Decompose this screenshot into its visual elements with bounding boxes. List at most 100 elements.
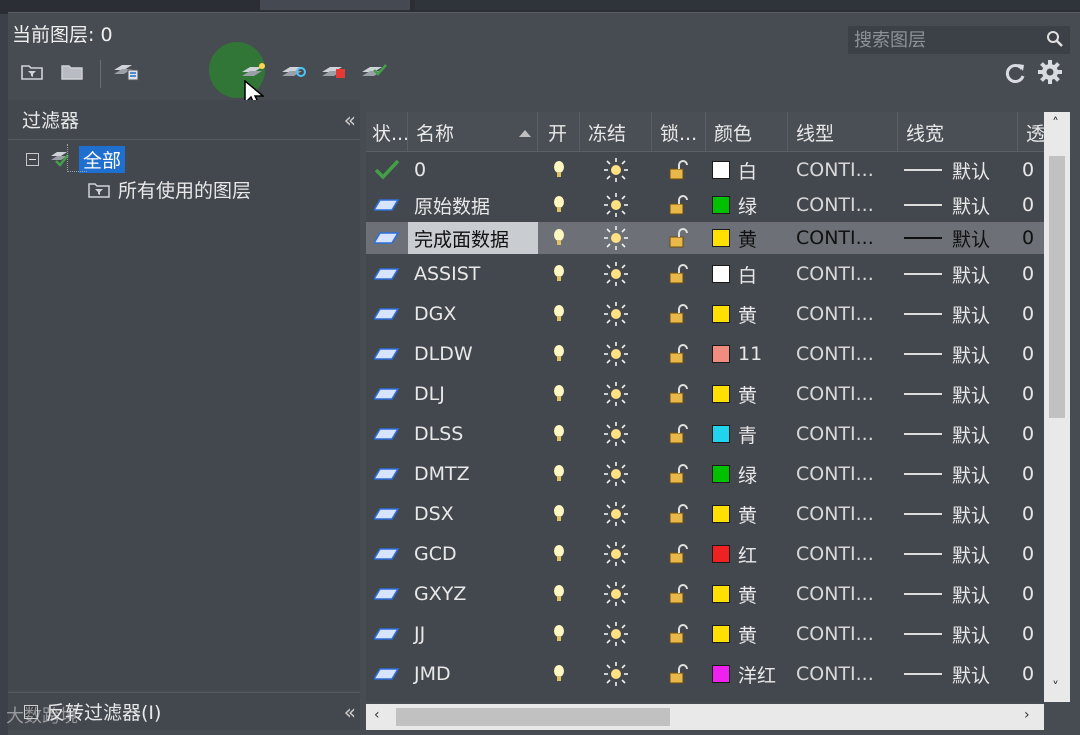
layer-color[interactable]: 11: [706, 334, 788, 374]
layer-color[interactable]: 绿: [706, 188, 788, 222]
scroll-left-icon[interactable]: ‹: [374, 707, 380, 723]
layer-linetype[interactable]: CONTI...: [788, 534, 898, 574]
layer-name[interactable]: DGX: [408, 294, 538, 334]
table-row[interactable]: GCD 红 CONTI... 默认 0: [366, 534, 1044, 574]
layer-icon[interactable]: [366, 374, 408, 414]
lightbulb-on-icon[interactable]: [538, 494, 580, 534]
unlocked-icon[interactable]: [652, 534, 706, 574]
layer-name[interactable]: GXYZ: [408, 574, 538, 614]
layer-lineweight[interactable]: 默认: [898, 188, 1018, 222]
layer-color[interactable]: 白: [706, 152, 788, 188]
collapse-footer-icon[interactable]: «: [344, 700, 356, 724]
layer-transparency[interactable]: 0: [1018, 454, 1044, 494]
lightbulb-on-icon[interactable]: [538, 294, 580, 334]
layer-color[interactable]: 青: [706, 414, 788, 454]
lightbulb-on-icon[interactable]: [538, 254, 580, 294]
sun-thawed-icon[interactable]: [580, 188, 652, 222]
layer-color[interactable]: 黄: [706, 574, 788, 614]
new-group-filter-icon[interactable]: [58, 58, 86, 84]
layer-name[interactable]: ASSIST: [408, 254, 538, 294]
unlocked-icon[interactable]: [652, 294, 706, 334]
table-row[interactable]: DSX 黄 CONTI... 默认 0: [366, 494, 1044, 534]
layer-lineweight[interactable]: 默认: [898, 254, 1018, 294]
layer-name[interactable]: 完成面数据: [408, 222, 538, 254]
horizontal-scrollbar[interactable]: ‹ ›: [366, 704, 1044, 730]
horizontal-scroll-thumb[interactable]: [396, 708, 670, 726]
unlocked-icon[interactable]: [652, 334, 706, 374]
layer-transparency[interactable]: 0: [1018, 574, 1044, 614]
layer-linetype[interactable]: CONTI...: [788, 454, 898, 494]
unlocked-icon[interactable]: [652, 654, 706, 694]
layer-color[interactable]: 绿: [706, 454, 788, 494]
sun-thawed-icon[interactable]: [580, 334, 652, 374]
layer-color[interactable]: 黄: [706, 614, 788, 654]
layer-transparency[interactable]: 0: [1018, 534, 1044, 574]
layer-linetype[interactable]: CONTI...: [788, 334, 898, 374]
layer-name[interactable]: GCD: [408, 534, 538, 574]
search-box[interactable]: [848, 26, 1070, 54]
table-row[interactable]: DLSS 青 CONTI... 默认 0: [366, 414, 1044, 454]
sun-thawed-icon[interactable]: [580, 414, 652, 454]
unlocked-icon[interactable]: [652, 574, 706, 614]
layer-lineweight[interactable]: 默认: [898, 654, 1018, 694]
search-icon[interactable]: [1046, 30, 1064, 48]
layer-transparency[interactable]: 0: [1018, 334, 1044, 374]
set-current-icon[interactable]: [360, 58, 388, 84]
unlocked-icon[interactable]: [652, 454, 706, 494]
layer-linetype[interactable]: CONTI...: [788, 374, 898, 414]
layer-icon[interactable]: [366, 494, 408, 534]
layer-lineweight[interactable]: 默认: [898, 414, 1018, 454]
unlocked-icon[interactable]: [652, 254, 706, 294]
layer-lineweight[interactable]: 默认: [898, 494, 1018, 534]
table-row[interactable]: 0 白 CONTI... 默认 0: [366, 152, 1044, 188]
collapse-filters-icon[interactable]: «: [344, 108, 356, 132]
delete-layer-icon[interactable]: [320, 58, 348, 84]
layer-color[interactable]: 洋红: [706, 654, 788, 694]
layer-transparency[interactable]: 0: [1018, 654, 1044, 694]
col-transparency[interactable]: 透: [1018, 112, 1044, 152]
layer-linetype[interactable]: CONTI...: [788, 614, 898, 654]
sun-thawed-icon[interactable]: [580, 454, 652, 494]
layer-lineweight[interactable]: 默认: [898, 152, 1018, 188]
col-lock[interactable]: 锁...: [652, 112, 706, 152]
layer-icon[interactable]: [366, 574, 408, 614]
settings-icon[interactable]: [1036, 58, 1064, 86]
lightbulb-on-icon[interactable]: [538, 222, 580, 254]
layer-states-manager-icon[interactable]: [112, 58, 140, 84]
sun-thawed-icon[interactable]: [580, 654, 652, 694]
unlocked-icon[interactable]: [652, 614, 706, 654]
sun-thawed-icon[interactable]: [580, 294, 652, 334]
layer-lineweight[interactable]: 默认: [898, 294, 1018, 334]
layer-transparency[interactable]: 0: [1018, 614, 1044, 654]
scroll-down-icon[interactable]: ˅: [1052, 680, 1059, 696]
table-row[interactable]: JJ 黄 CONTI... 默认 0: [366, 614, 1044, 654]
unlocked-icon[interactable]: [652, 222, 706, 254]
lightbulb-on-icon[interactable]: [538, 334, 580, 374]
layer-linetype[interactable]: CONTI...: [788, 494, 898, 534]
layer-lineweight[interactable]: 默认: [898, 374, 1018, 414]
sun-thawed-icon[interactable]: [580, 614, 652, 654]
layer-name[interactable]: DLSS: [408, 414, 538, 454]
sun-thawed-icon[interactable]: [580, 254, 652, 294]
unlocked-icon[interactable]: [652, 188, 706, 222]
layer-color[interactable]: 黄: [706, 374, 788, 414]
col-freeze[interactable]: 冻结: [580, 112, 652, 152]
layer-transparency[interactable]: 0: [1018, 152, 1044, 188]
layer-transparency[interactable]: 0: [1018, 494, 1044, 534]
col-lineweight[interactable]: 线宽: [898, 112, 1018, 152]
new-property-filter-icon[interactable]: [18, 58, 46, 84]
sun-thawed-icon[interactable]: [580, 534, 652, 574]
layer-name[interactable]: DMTZ: [408, 454, 538, 494]
lightbulb-on-icon[interactable]: [538, 152, 580, 188]
col-on[interactable]: 开: [538, 112, 580, 152]
layer-icon[interactable]: [366, 334, 408, 374]
layer-name[interactable]: DLJ: [408, 374, 538, 414]
filter-all-used-layers[interactable]: 所有使用的图层: [8, 174, 360, 204]
new-layer-vp-frozen-icon[interactable]: [280, 58, 308, 84]
filter-all[interactable]: 全部: [8, 144, 360, 174]
refresh-icon[interactable]: [1002, 60, 1028, 86]
layer-lineweight[interactable]: 默认: [898, 574, 1018, 614]
col-status[interactable]: 状...: [366, 112, 408, 152]
layer-name[interactable]: JJ: [408, 614, 538, 654]
layer-icon[interactable]: [366, 188, 408, 222]
